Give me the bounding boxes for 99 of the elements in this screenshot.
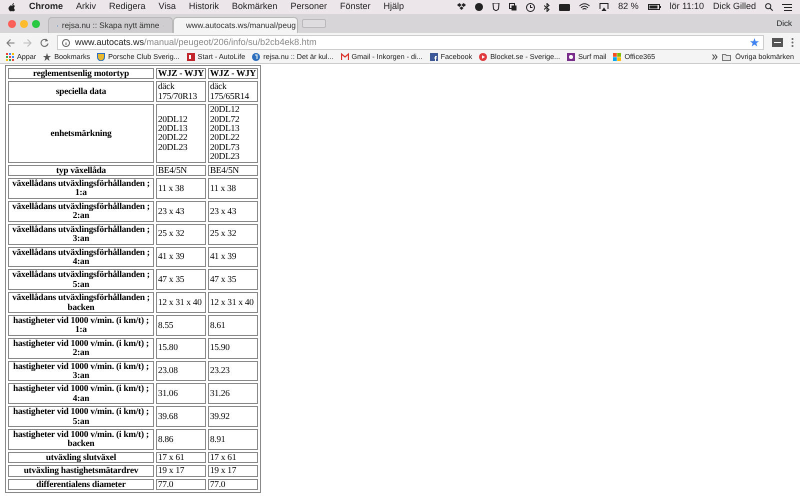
menu-item[interactable]: Arkiv bbox=[76, 0, 96, 14]
table-cell: 11 x 38 bbox=[156, 178, 206, 199]
star-icon bbox=[43, 53, 52, 62]
display-icon[interactable] bbox=[559, 4, 570, 10]
table-cell: 15.90 bbox=[208, 338, 258, 359]
shield-icon[interactable] bbox=[492, 3, 500, 11]
column-header: WJZ - WJY bbox=[208, 68, 258, 80]
row-label: växellådans utväxlingsförhållanden ; 1:a bbox=[8, 178, 154, 199]
info-icon bbox=[62, 38, 70, 46]
menu-item[interactable]: Hjälp bbox=[384, 0, 404, 14]
user-name[interactable]: Dick Gilled bbox=[712, 0, 756, 14]
table-cell: 23.23 bbox=[208, 360, 258, 382]
row-label: växellådans utväxlingsförhållanden ; 2:an bbox=[8, 200, 154, 222]
table-cell: 47 x 35 bbox=[156, 269, 206, 290]
menu-item[interactable]: Visa bbox=[158, 0, 176, 14]
table-cell: 31.06 bbox=[156, 383, 206, 404]
apps-grid-icon bbox=[6, 53, 14, 62]
menu-item[interactable]: Historik bbox=[188, 0, 219, 14]
address-bar[interactable]: www.autocats.ws/manual/peugeot/206/info/su/b2cb4ek8.htm bbox=[57, 35, 764, 50]
row-label: hastigheter vid 1000 v/min. (i km/t) ; backen bbox=[8, 429, 154, 450]
table-cell: 11 x 38 bbox=[208, 178, 258, 199]
wifi-icon[interactable] bbox=[579, 3, 590, 11]
back-icon[interactable] bbox=[6, 38, 15, 46]
table-cell: 23.08 bbox=[156, 360, 206, 382]
table-cell: 41 x 39 bbox=[208, 246, 258, 268]
table-cell: 12 x 31 x 40 bbox=[208, 292, 258, 313]
table-cell: 19 x 17 bbox=[156, 465, 206, 477]
table-cell: 25 x 32 bbox=[208, 224, 258, 244]
four-squares-icon bbox=[613, 53, 622, 62]
row-label: typ växellåda bbox=[8, 164, 154, 176]
bookmark-star-icon[interactable] bbox=[750, 38, 759, 47]
browser-tab[interactable]: rejsa.nu :: Skapa nytt ämne bbox=[48, 17, 173, 33]
table-cell: 17 x 61 bbox=[208, 452, 258, 464]
dropbox-icon[interactable] bbox=[457, 3, 466, 11]
table-cell: 39.92 bbox=[208, 406, 258, 427]
table-cell: 39.68 bbox=[156, 406, 206, 427]
table-cell: 77.0 bbox=[208, 478, 258, 490]
table-cell: 17 x 61 bbox=[156, 452, 206, 464]
table-cell: 47 x 35 bbox=[208, 269, 258, 290]
url-text: www.autocats.ws/manual/peugeot/206/info/su/b2cb4ek8.htm bbox=[75, 36, 317, 49]
row-label: utväxling hastighetsmätardrev bbox=[8, 465, 154, 477]
table-cell: däck 175/65R14 bbox=[208, 81, 258, 102]
menu-item[interactable]: Redigera bbox=[109, 0, 146, 14]
row-label: reglementsenlig motortyp bbox=[8, 68, 154, 80]
battery-percentage: 82 % bbox=[618, 0, 639, 14]
apple-icon[interactable] bbox=[8, 2, 16, 12]
chevron-icon[interactable] bbox=[712, 54, 718, 60]
extension-icon[interactable] bbox=[772, 38, 783, 47]
table-cell: 8.61 bbox=[208, 314, 258, 336]
table-cell: BE4/5N bbox=[208, 164, 258, 176]
menu-item[interactable]: Fönster bbox=[340, 0, 370, 14]
row-label: differentialens diameter bbox=[8, 478, 154, 490]
row-label: hastigheter vid 1000 v/min. (i km/t) ; 5:an bbox=[8, 406, 154, 427]
more-menu-icon[interactable] bbox=[791, 38, 794, 47]
table-cell: 23 x 43 bbox=[156, 200, 206, 222]
row-label: växellådans utväxlingsförhållanden ; 5:an bbox=[8, 269, 154, 290]
row-label: växellådans utväxlingsförhållanden ; 4:an bbox=[8, 246, 154, 268]
row-label: hastigheter vid 1000 v/min. (i km/t) ; 4:an bbox=[8, 383, 154, 404]
profile-name[interactable]: Dick bbox=[776, 18, 800, 30]
table-cell: 8.91 bbox=[208, 429, 258, 450]
reload-icon[interactable] bbox=[40, 38, 49, 47]
search-icon[interactable] bbox=[765, 3, 773, 11]
table-cell: 19 x 17 bbox=[208, 465, 258, 477]
table-cell: 12 x 31 x 40 bbox=[156, 292, 206, 313]
app-menu[interactable]: Chrome bbox=[29, 0, 64, 14]
row-label: hastigheter vid 1000 v/min. (i km/t) ; 2:an bbox=[8, 338, 154, 359]
row-label: växellådans utväxlingsförhållanden ; 3:an bbox=[8, 224, 154, 244]
airplay-icon[interactable] bbox=[599, 3, 610, 11]
column-header: WJZ - WJY bbox=[156, 68, 206, 80]
clock-icon[interactable] bbox=[526, 2, 536, 12]
table-cell: 41 x 39 bbox=[156, 246, 206, 268]
row-label: växellådans utväxlingsförhållanden ; backen bbox=[8, 292, 154, 313]
bluetooth-icon[interactable] bbox=[544, 2, 550, 12]
clock[interactable]: lör 11:10 bbox=[670, 0, 704, 14]
table-cell: 20DL12 20DL72 20DL13 20DL22 20DL73 20DL23 bbox=[208, 104, 258, 163]
table-cell: 23 x 43 bbox=[208, 200, 258, 222]
browser-tab[interactable]: www.autocats.ws/manual/peug bbox=[173, 17, 298, 33]
row-label: hastigheter vid 1000 v/min. (i km/t) ; 3:an bbox=[8, 360, 154, 382]
envelope-icon bbox=[340, 53, 349, 62]
battery-icon[interactable] bbox=[648, 4, 661, 10]
table-cell: 77.0 bbox=[156, 478, 206, 490]
row-label: utväxling slutväxel bbox=[8, 452, 154, 464]
windows-icon[interactable] bbox=[509, 3, 518, 11]
table-cell: 8.55 bbox=[156, 314, 206, 336]
row-label: hastigheter vid 1000 v/min. (i km/t) ; 1:a bbox=[8, 314, 154, 336]
circle-icon[interactable] bbox=[475, 3, 484, 11]
table-cell: BE4/5N bbox=[156, 164, 206, 176]
menu-item[interactable]: Bokmärken bbox=[232, 0, 278, 14]
table-cell: 31.26 bbox=[208, 383, 258, 404]
shield-icon bbox=[97, 53, 106, 62]
table-cell: 15.80 bbox=[156, 338, 206, 359]
table-cell: 8.86 bbox=[156, 429, 206, 450]
table-cell: 25 x 32 bbox=[156, 224, 206, 244]
list-icon[interactable] bbox=[782, 4, 792, 10]
table-cell: däck 175/70R13 bbox=[156, 81, 206, 102]
menu-item[interactable]: Personer bbox=[290, 0, 327, 14]
row-label: speciella data bbox=[8, 81, 154, 102]
row-label: enhetsmärkning bbox=[8, 104, 154, 163]
table-cell: 20DL12 20DL13 20DL22 20DL23 bbox=[156, 104, 206, 163]
